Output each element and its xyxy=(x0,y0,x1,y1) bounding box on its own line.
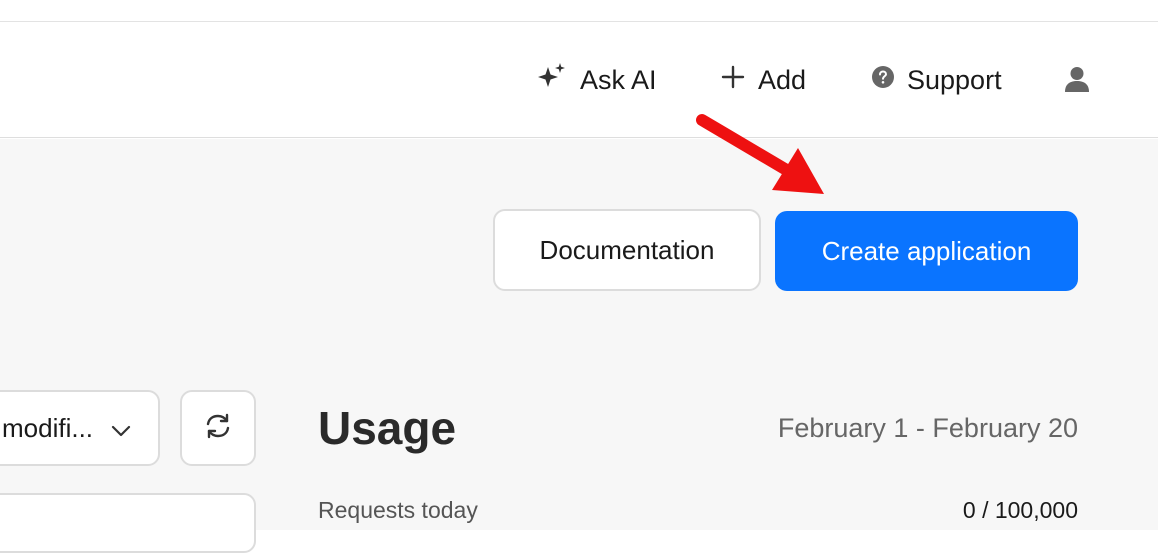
user-menu-button[interactable] xyxy=(1062,64,1092,100)
usage-date-range: February 1 - February 20 xyxy=(777,413,1078,443)
documentation-label: Documentation xyxy=(539,234,715,265)
top-header: Ask AI Add Support xyxy=(0,22,1158,138)
add-button[interactable]: Add xyxy=(720,62,806,98)
main-content: Documentation Create application modifi.… xyxy=(0,139,1158,553)
chevron-down-icon xyxy=(110,418,132,449)
ask-ai-label: Ask AI xyxy=(580,64,657,95)
annotation-arrow-icon xyxy=(696,114,824,194)
plus-icon xyxy=(720,64,746,97)
user-icon xyxy=(1062,64,1092,101)
requests-today-label: Requests today xyxy=(318,497,478,523)
sort-select[interactable]: modifi... xyxy=(0,390,160,466)
ask-ai-button[interactable]: Ask AI xyxy=(536,62,657,98)
support-label: Support xyxy=(907,64,1002,95)
refresh-icon xyxy=(202,410,234,447)
sparkle-icon xyxy=(536,61,568,100)
create-application-label: Create application xyxy=(821,235,1032,266)
help-circle-icon xyxy=(871,65,895,96)
usage-heading: Usage xyxy=(318,402,457,454)
add-label: Add xyxy=(758,64,807,95)
sort-select-value: modifi... xyxy=(2,412,94,443)
create-application-button[interactable]: Create application xyxy=(775,211,1078,291)
search-input-partial[interactable] xyxy=(0,493,256,553)
support-button[interactable]: Support xyxy=(871,62,1002,98)
browser-top-strip xyxy=(0,0,1158,22)
refresh-button[interactable] xyxy=(180,390,256,466)
requests-today-value: 0 / 100,000 xyxy=(962,497,1078,523)
documentation-button[interactable]: Documentation xyxy=(493,209,761,291)
